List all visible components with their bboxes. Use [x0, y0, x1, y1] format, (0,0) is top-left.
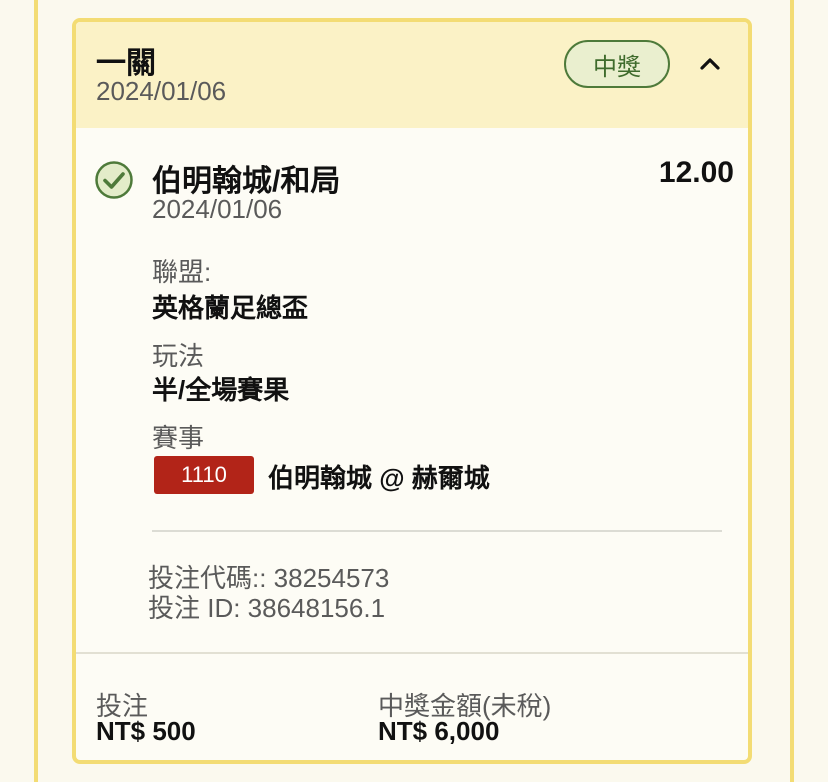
selection-odds: 12.00	[658, 156, 734, 189]
section-divider	[152, 530, 722, 532]
market-label: 玩法	[152, 341, 205, 371]
page-left-border	[34, 0, 38, 782]
bet-slip-card: 一關 2024/01/06 中獎 伯明翰城/和局 12.00 2024/01/0…	[72, 18, 752, 764]
event-id-badge: 1110	[154, 456, 254, 494]
event-label: 賽事	[152, 423, 205, 453]
bet-date: 2024/01/06	[96, 76, 227, 106]
market-value: 半/全場賽果	[152, 375, 290, 405]
bet-card-header[interactable]: 一關 2024/01/06 中獎	[76, 22, 748, 128]
footer-divider	[76, 652, 748, 654]
selection-date: 2024/01/06	[152, 194, 283, 224]
league-value: 英格蘭足總盃	[152, 293, 309, 323]
check-circle-icon	[95, 161, 133, 199]
event-name: 伯明翰城 @ 赫爾城	[268, 463, 490, 493]
payout-value: NT$ 6,000	[378, 716, 500, 746]
status-badge: 中獎	[564, 40, 670, 88]
page-right-border	[790, 0, 794, 782]
chevron-up-icon	[700, 58, 720, 70]
bet-id: 投注 ID: 38648156.1	[148, 593, 386, 623]
stake-value: NT$ 500	[96, 716, 196, 746]
league-label: 聯盟:	[152, 257, 212, 287]
collapse-button[interactable]	[692, 46, 728, 82]
